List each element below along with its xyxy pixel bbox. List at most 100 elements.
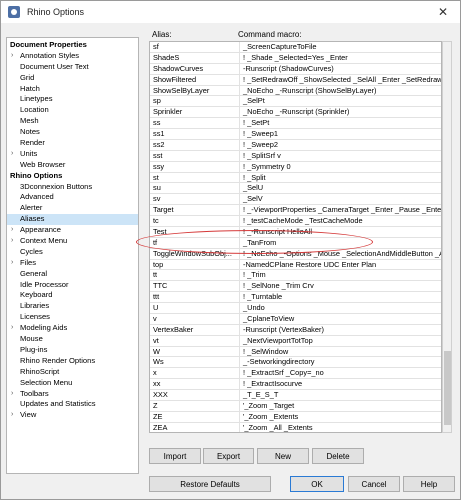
alias-cell[interactable]: tf xyxy=(153,238,235,248)
alias-cell[interactable]: x xyxy=(153,368,235,378)
alias-row[interactable]: xx ! _ExtractIsocurve xyxy=(150,379,441,390)
tree-item[interactable]: Licenses xyxy=(7,312,138,323)
macro-cell[interactable]: '_Zoom _All _Extents xyxy=(239,422,441,432)
tree-item[interactable]: › Toolbars xyxy=(7,389,138,400)
macro-cell[interactable]: _NextViewportTotTop xyxy=(239,335,441,346)
tree-item[interactable]: Document User Text xyxy=(7,62,138,73)
macro-cell[interactable]: ! _Sweep2 xyxy=(239,139,441,150)
tree-item[interactable]: Grid xyxy=(7,73,138,84)
tree-item[interactable]: Rhino Render Options xyxy=(7,356,138,367)
alias-row[interactable]: tc ! _testCacheMode _TestCacheMode xyxy=(150,216,441,227)
expand-arrow-icon[interactable]: › xyxy=(11,225,13,236)
aliases-grid[interactable]: sf _ScreenCaptureToFile ShadeS ! _Shade _Se… xyxy=(149,41,442,433)
alias-cell[interactable]: Test xyxy=(153,227,235,237)
help-button[interactable]: Help xyxy=(403,476,455,492)
alias-cell[interactable]: top xyxy=(153,260,235,270)
expand-arrow-icon[interactable]: › xyxy=(11,236,13,247)
alias-row[interactable]: st ! _Split xyxy=(150,172,441,184)
alias-row[interactable]: ShowSelByLayer _NoEcho _-Runscript (ShowS… xyxy=(150,85,441,97)
alias-cell[interactable]: ZE xyxy=(153,412,235,422)
expand-arrow-icon[interactable]: › xyxy=(11,410,13,421)
tree-item[interactable]: Hatch xyxy=(7,84,138,95)
alias-cell[interactable]: TTC xyxy=(153,281,235,291)
alias-cell[interactable]: sf xyxy=(153,42,235,52)
close-button[interactable]: ✕ xyxy=(426,1,460,23)
alias-cell[interactable]: sv xyxy=(153,194,235,204)
alias-cell[interactable]: U xyxy=(153,303,235,313)
macro-cell[interactable]: ! _SelWindow xyxy=(239,346,441,357)
macro-cell[interactable]: ! _SplitSrf v xyxy=(239,150,441,161)
alias-cell[interactable]: sst xyxy=(153,151,235,161)
macro-cell[interactable]: _-Setworkingdirectory xyxy=(239,357,441,368)
macro-cell[interactable]: ! _Split xyxy=(239,172,441,183)
alias-cell[interactable]: XXX xyxy=(153,390,235,400)
expand-arrow-icon[interactable]: › xyxy=(11,258,13,269)
alias-row[interactable]: ss1 ! _Sweep1 xyxy=(150,129,441,140)
export-button[interactable]: Export xyxy=(203,448,254,464)
macro-cell[interactable]: -NamedCPlane Restore UDC Enter Plan xyxy=(239,259,441,270)
alias-cell[interactable]: ss xyxy=(153,118,235,128)
alias-row[interactable]: VertexBaker -Runscript (VertexBaker) xyxy=(150,324,441,336)
alias-cell[interactable]: ShowFiltered xyxy=(153,75,235,85)
alias-cell[interactable]: ShadeS xyxy=(153,53,235,63)
tree-item[interactable]: Notes xyxy=(7,127,138,138)
alias-row[interactable]: ShowFiltered ! _SetRedrawOff _ShowSelecte… xyxy=(150,74,441,86)
macro-cell[interactable]: ! _ExtractSrf _Copy=_no xyxy=(239,368,441,379)
new-button[interactable]: New xyxy=(257,448,309,464)
cancel-button[interactable]: Cancel xyxy=(348,476,400,492)
alias-row[interactable]: Z '_Zoom _Target xyxy=(150,400,441,412)
alias-row[interactable]: v _CplaneToView xyxy=(150,313,441,325)
tree-item[interactable]: RhinoScript xyxy=(7,367,138,378)
alias-row[interactable]: ttt ! _Turntable xyxy=(150,292,441,303)
alias-cell[interactable]: ZEA xyxy=(153,423,235,432)
tree-item[interactable]: 3Dconnexion Buttons xyxy=(7,182,138,193)
alias-cell[interactable]: Z xyxy=(153,401,235,411)
alias-cell[interactable]: W xyxy=(153,347,235,357)
macro-cell[interactable]: -Runscript (VertexBaker) xyxy=(239,324,441,335)
alias-row[interactable]: Ws _-Setworkingdirectory xyxy=(150,357,441,369)
macro-cell[interactable]: ! _-ViewportProperties _CameraTarget _En… xyxy=(239,205,441,216)
alias-row[interactable]: Target ! _-ViewportProperties _CameraTarg… xyxy=(150,205,441,216)
macro-cell[interactable]: ! _Trim xyxy=(239,270,441,281)
tree-item[interactable]: Selection Menu xyxy=(7,378,138,389)
macro-cell[interactable]: _CplaneToView xyxy=(239,313,441,324)
macro-cell[interactable]: _NoEcho _-Runscript (Sprinkler) xyxy=(239,107,441,118)
alias-row[interactable]: TTC ! _SelNone _Trim Crv xyxy=(150,281,441,293)
import-button[interactable]: Import xyxy=(149,448,201,464)
alias-cell[interactable]: Ws xyxy=(153,357,235,367)
macro-cell[interactable]: ! _Turntable xyxy=(239,292,441,303)
expand-arrow-icon[interactable]: › xyxy=(11,51,13,62)
macro-cell[interactable]: _SelV xyxy=(239,194,441,205)
macro-cell[interactable]: ! _NoEcho _-Options _Mouse _SelectionAnd… xyxy=(239,248,441,259)
tree-item[interactable]: Document Properties xyxy=(7,40,138,51)
scroll-thumb[interactable] xyxy=(444,351,451,425)
macro-cell[interactable]: _TanFrom xyxy=(239,237,441,248)
tree-item[interactable]: › Units xyxy=(7,149,138,160)
restore-defaults-button[interactable]: Restore Defaults xyxy=(149,476,271,492)
options-tree[interactable]: Document Properties › Annotation Styles Doc… xyxy=(6,37,139,474)
tree-item[interactable]: General xyxy=(7,269,138,280)
alias-row[interactable]: sv _SelV xyxy=(150,194,441,206)
alias-cell[interactable]: ShowSelByLayer xyxy=(153,86,235,96)
macro-cell[interactable]: ! _Symmetry 0 xyxy=(239,161,441,172)
alias-row[interactable]: top -NamedCPlane Restore UDC Enter Plan xyxy=(150,259,441,271)
tree-item[interactable]: Idle Processor xyxy=(7,280,138,291)
tree-item[interactable]: › Appearance xyxy=(7,225,138,236)
tree-item[interactable]: › Modeling Aids xyxy=(7,323,138,334)
alias-cell[interactable]: ssy xyxy=(153,162,235,172)
macro-cell[interactable]: ! _SetPt xyxy=(239,118,441,129)
alias-cell[interactable]: tc xyxy=(153,216,235,226)
alias-cell[interactable]: su xyxy=(153,183,235,193)
alias-row[interactable]: ZEA '_Zoom _All _Extents xyxy=(150,422,441,432)
tree-item[interactable]: Web Browser xyxy=(7,160,138,171)
alias-row[interactable]: Test ! _-Runscript HelloAll xyxy=(150,226,441,238)
macro-cell[interactable]: _SelPt xyxy=(239,96,441,107)
alias-row[interactable]: XXX _T_E_S_T xyxy=(150,390,441,401)
tree-item[interactable]: › Files xyxy=(7,258,138,269)
alias-row[interactable]: sf _ScreenCaptureToFile xyxy=(150,42,441,53)
alias-row[interactable]: tt ! _Trim xyxy=(150,270,441,282)
tree-item[interactable]: › View xyxy=(7,410,138,421)
alias-cell[interactable]: sp xyxy=(153,96,235,106)
alias-cell[interactable]: vt xyxy=(153,336,235,346)
alias-cell[interactable]: xx xyxy=(153,379,235,389)
